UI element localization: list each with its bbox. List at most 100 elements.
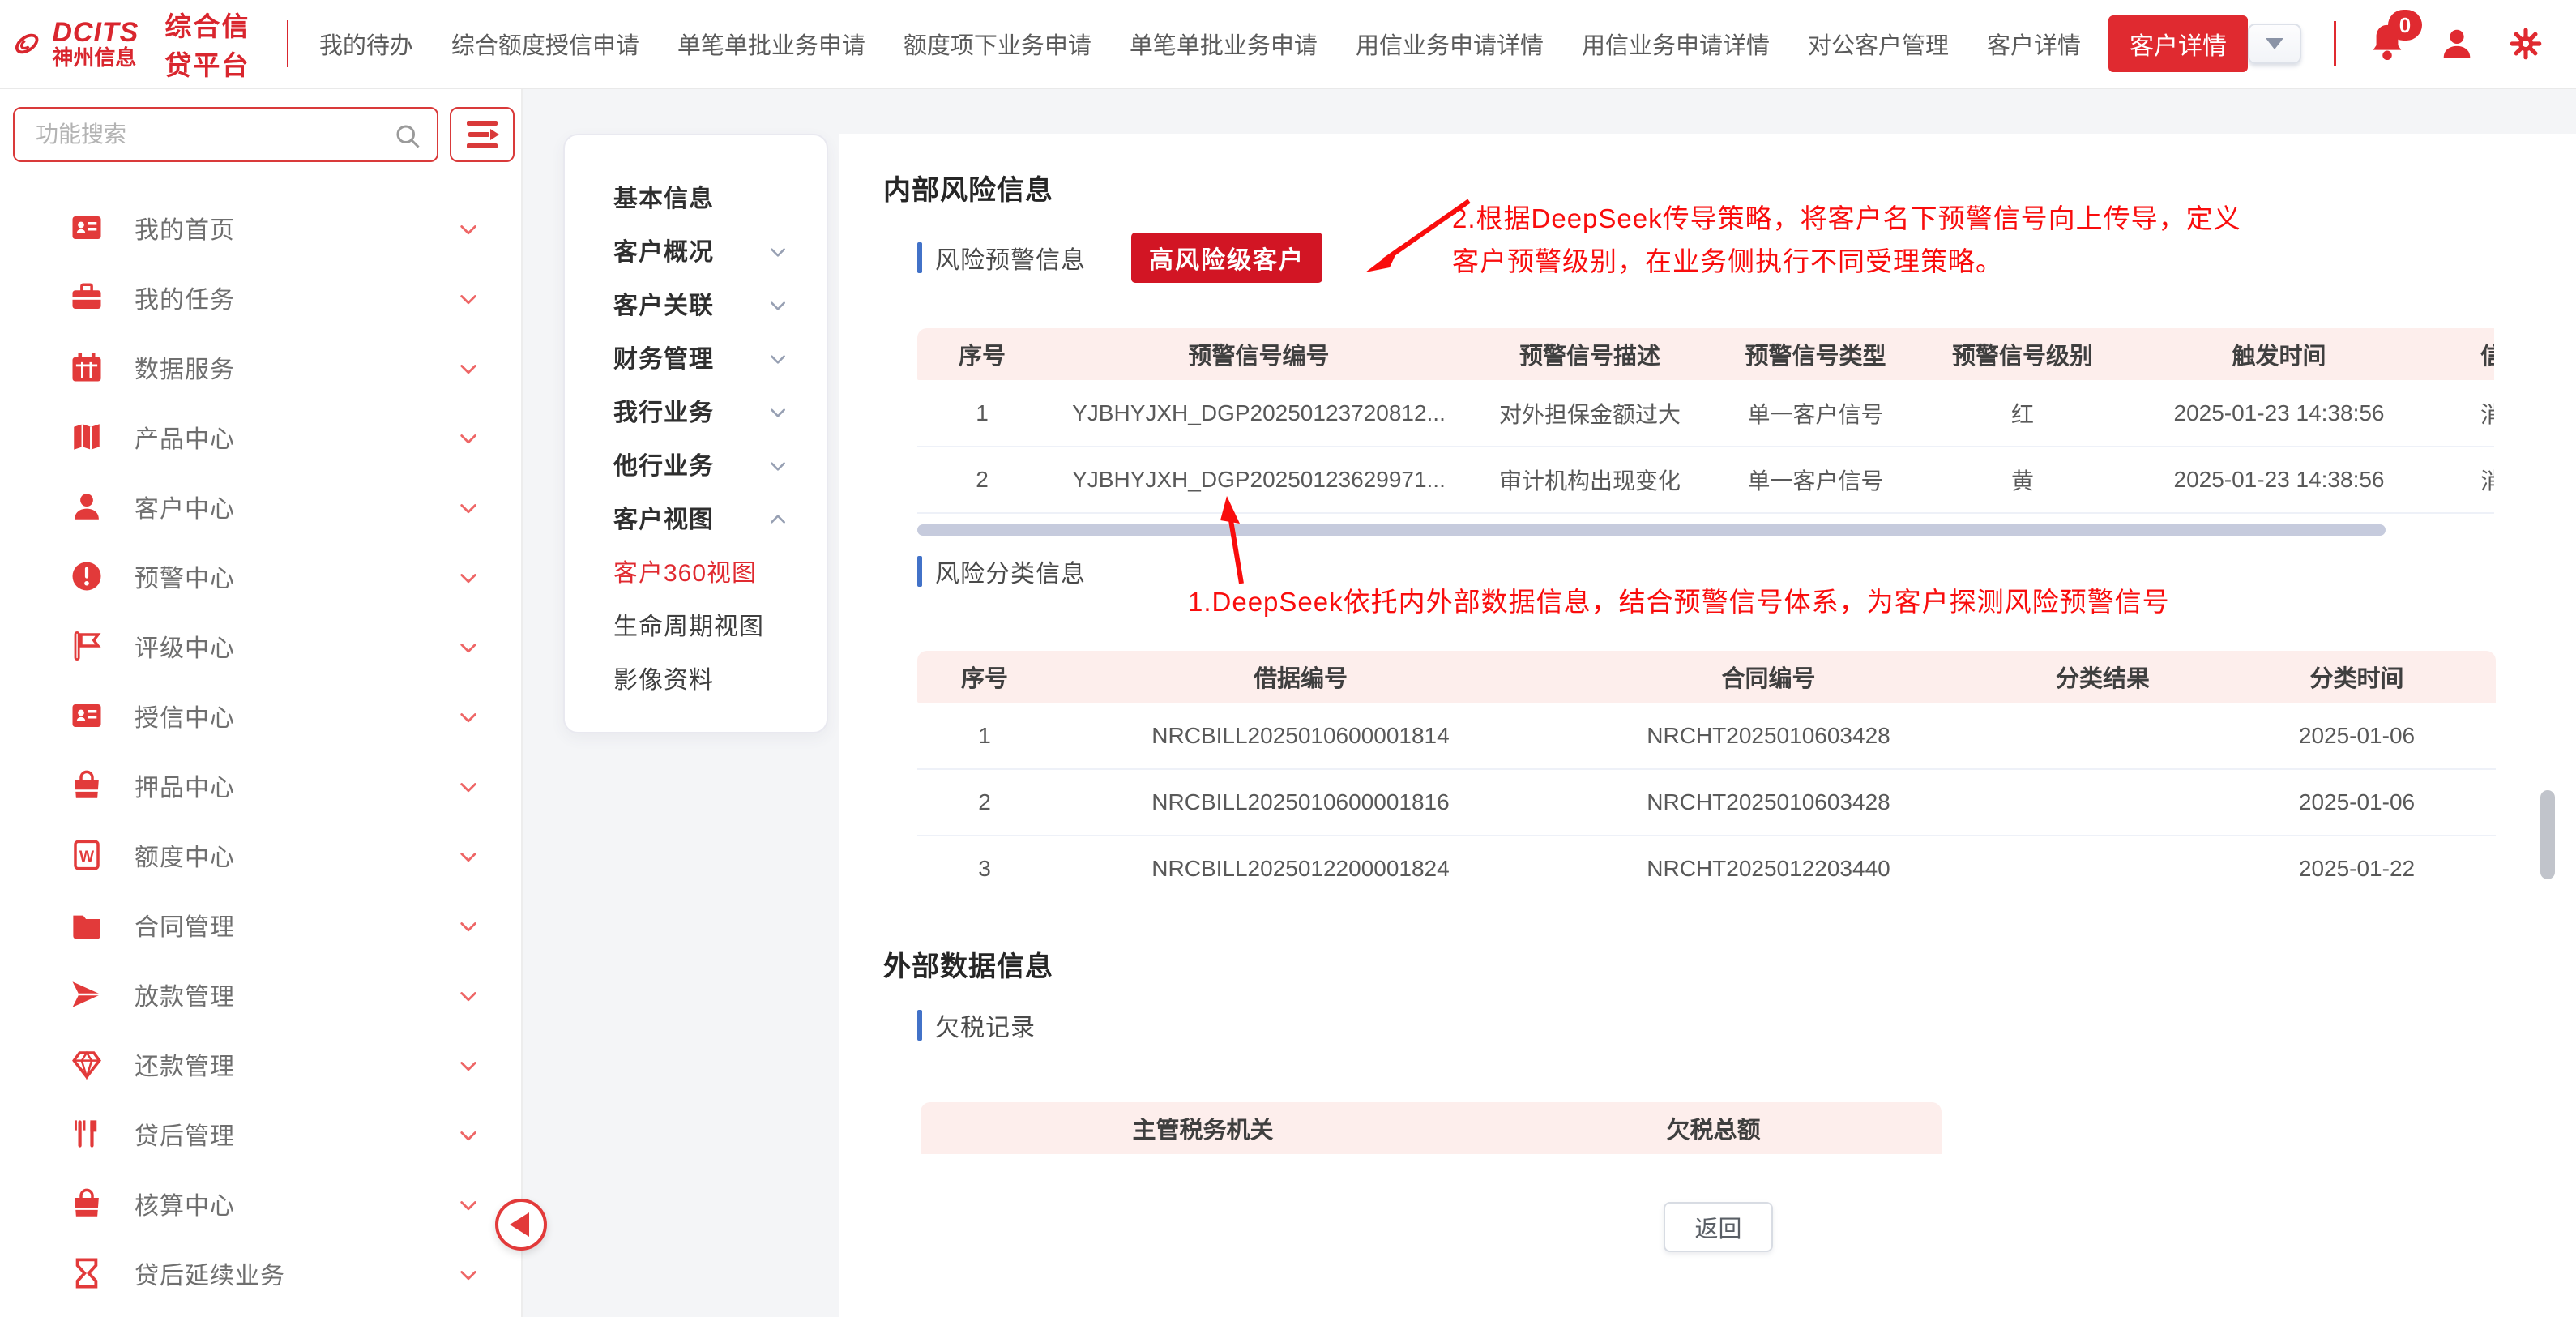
- chevron-down-icon[interactable]: [458, 567, 479, 592]
- chevron-down-icon[interactable]: [458, 428, 479, 453]
- sidebar-item-label: 合同管理: [135, 907, 235, 943]
- search-input[interactable]: [15, 109, 437, 160]
- top-nav-item-0[interactable]: 我的待办: [319, 27, 413, 61]
- sidebar-item-5[interactable]: 预警中心: [0, 541, 521, 611]
- chevron-down-icon[interactable]: [458, 707, 479, 732]
- search-icon: [393, 122, 422, 151]
- sidebar-item-1[interactable]: 我的任务: [0, 263, 521, 332]
- submenu-item-4[interactable]: 我行业务: [613, 383, 827, 437]
- sidebar-item-7[interactable]: 授信中心: [0, 681, 521, 750]
- chevron-down-icon[interactable]: [458, 846, 479, 871]
- sidebar-item-12[interactable]: 还款管理: [0, 1029, 521, 1099]
- chevron-down-icon[interactable]: [768, 403, 788, 426]
- user-icon: [70, 490, 104, 524]
- submenu-item-3[interactable]: 财务管理: [613, 330, 827, 383]
- chevron-down-icon[interactable]: [458, 358, 479, 383]
- column-header: 主管税务机关: [921, 1102, 1485, 1154]
- chevron-down-icon[interactable]: [458, 1125, 479, 1150]
- sidebar-item-label: 贷后管理: [135, 1116, 235, 1152]
- top-nav-item-2[interactable]: 单笔单批业务申请: [677, 27, 865, 61]
- column-header: 预警信号描述: [1471, 328, 1709, 380]
- chevron-down-icon[interactable]: [458, 1195, 479, 1220]
- submenu-item-6[interactable]: 客户视图: [613, 490, 827, 544]
- chevron-down-icon[interactable]: [458, 986, 479, 1011]
- folder-icon: [70, 908, 104, 942]
- table-cell: 1: [917, 703, 1052, 769]
- table-cell: 消警: [2435, 380, 2494, 447]
- chevron-down-icon[interactable]: [768, 349, 788, 373]
- table-cell: [1988, 769, 2218, 836]
- submenu-item-7[interactable]: 客户360视图: [613, 544, 827, 597]
- sidebar-item-14[interactable]: 核算中心: [0, 1169, 521, 1238]
- column-header: 分类时间: [2218, 651, 2496, 703]
- sidebar-item-15[interactable]: 贷后延续业务: [0, 1238, 521, 1308]
- sidebar-collapse-fab[interactable]: [495, 1199, 547, 1251]
- back-button[interactable]: 返回: [1664, 1202, 1773, 1252]
- sidebar: 我的首页我的任务数据服务产品中心客户中心预警中心评级中心授信中心押品中心 W额度中…: [0, 89, 523, 1317]
- menu-collapse-button[interactable]: [450, 107, 515, 162]
- customer-view-submenu: 基本信息客户概况客户关联财务管理我行业务他行业务客户视图客户360视图生命周期视…: [563, 134, 828, 733]
- column-header: 欠税总额: [1485, 1102, 1942, 1154]
- sidebar-item-label: 评级中心: [135, 628, 235, 664]
- table-cell: 1: [917, 380, 1047, 447]
- submenu-item-2[interactable]: 客户关联: [613, 276, 827, 330]
- submenu-item-0[interactable]: 基本信息: [613, 169, 827, 223]
- vertical-scrollbar[interactable]: [2540, 790, 2555, 879]
- sidebar-item-label: 我的首页: [135, 210, 235, 246]
- sidebar-item-8[interactable]: 押品中心: [0, 750, 521, 820]
- settings-button[interactable]: [2508, 26, 2544, 62]
- top-bar: DCITS 神州信息 综合信贷平台 我的待办综合额度授信申请单笔单批业务申请额度…: [0, 0, 2576, 89]
- chevron-down-icon[interactable]: [458, 1055, 479, 1080]
- hourglass-icon: [70, 1256, 104, 1290]
- sidebar-item-9[interactable]: W额度中心: [0, 820, 521, 890]
- submenu-item-label: 客户视图: [613, 499, 714, 535]
- notifications-button[interactable]: 0: [2369, 21, 2406, 66]
- utensils-icon: [70, 1117, 104, 1151]
- chevron-down-icon[interactable]: [458, 1264, 479, 1289]
- chevron-down-icon[interactable]: [458, 637, 479, 662]
- top-nav-item-4[interactable]: 单笔单批业务申请: [1130, 27, 1318, 61]
- top-nav-item-8[interactable]: 客户详情: [1987, 27, 2081, 61]
- logo-divider: [287, 20, 288, 67]
- chevron-down-icon[interactable]: [458, 916, 479, 941]
- horizontal-scrollbar[interactable]: [917, 524, 2386, 536]
- chevron-down-icon[interactable]: [458, 776, 479, 802]
- submenu-item-5[interactable]: 他行业务: [613, 437, 827, 490]
- sidebar-item-13[interactable]: 贷后管理: [0, 1099, 521, 1169]
- submenu-item-9[interactable]: 影像资料: [613, 651, 827, 704]
- chevron-down-icon[interactable]: [458, 219, 479, 244]
- chevron-down-icon[interactable]: [768, 242, 788, 266]
- top-nav-item-6[interactable]: 用信业务申请详情: [1582, 27, 1770, 61]
- top-nav-item-5[interactable]: 用信业务申请详情: [1356, 27, 1544, 61]
- sidebar-item-2[interactable]: 数据服务: [0, 332, 521, 402]
- top-nav-item-1[interactable]: 综合额度授信申请: [451, 27, 639, 61]
- chevron-down-icon[interactable]: [458, 289, 479, 314]
- tab-customer-detail-active[interactable]: 客户详情: [2108, 15, 2248, 72]
- risk-warning-section-label: 风险预警信息: [935, 240, 1086, 276]
- column-header: 触发时间: [2123, 328, 2435, 380]
- table-row: 3NRCBILL2025012200001824NRCHT20250122034…: [917, 836, 2496, 899]
- chevron-down-icon[interactable]: [768, 296, 788, 319]
- top-nav-item-7[interactable]: 对公客户管理: [1808, 27, 1949, 61]
- sidebar-item-0[interactable]: 我的首页: [0, 193, 521, 263]
- table-cell: NRCBILL2025010600001816: [1052, 769, 1549, 836]
- user-profile-button[interactable]: [2438, 24, 2476, 63]
- submenu-item-8[interactable]: 生命周期视图: [613, 597, 827, 651]
- sidebar-item-11[interactable]: 放款管理: [0, 960, 521, 1029]
- sidebar-item-3[interactable]: 产品中心: [0, 402, 521, 472]
- risk-warning-table: 序号预警信号编号预警信号描述预警信号类型预警信号级别触发时间信号状态1YJBHY…: [917, 328, 2494, 515]
- sidebar-item-4[interactable]: 客户中心: [0, 472, 521, 541]
- chevron-down-icon[interactable]: [458, 498, 479, 523]
- chevron-down-icon[interactable]: [768, 456, 788, 480]
- sidebar-item-6[interactable]: 评级中心: [0, 611, 521, 681]
- top-nav-item-3[interactable]: 额度项下业务申请: [904, 27, 1091, 61]
- nav-overflow-dropdown-button[interactable]: [2248, 24, 2301, 64]
- sidebar-item-10[interactable]: 合同管理: [0, 890, 521, 960]
- table-cell: 审计机构出现变化: [1471, 447, 1709, 513]
- sidebar-item-label: 产品中心: [135, 419, 235, 455]
- table-cell: 2025-01-06: [2218, 703, 2496, 769]
- chevron-up-icon[interactable]: [768, 510, 788, 533]
- sidebar-item-label: 押品中心: [135, 768, 235, 803]
- submenu-item-1[interactable]: 客户概况: [613, 223, 827, 276]
- table-cell: [1988, 703, 2218, 769]
